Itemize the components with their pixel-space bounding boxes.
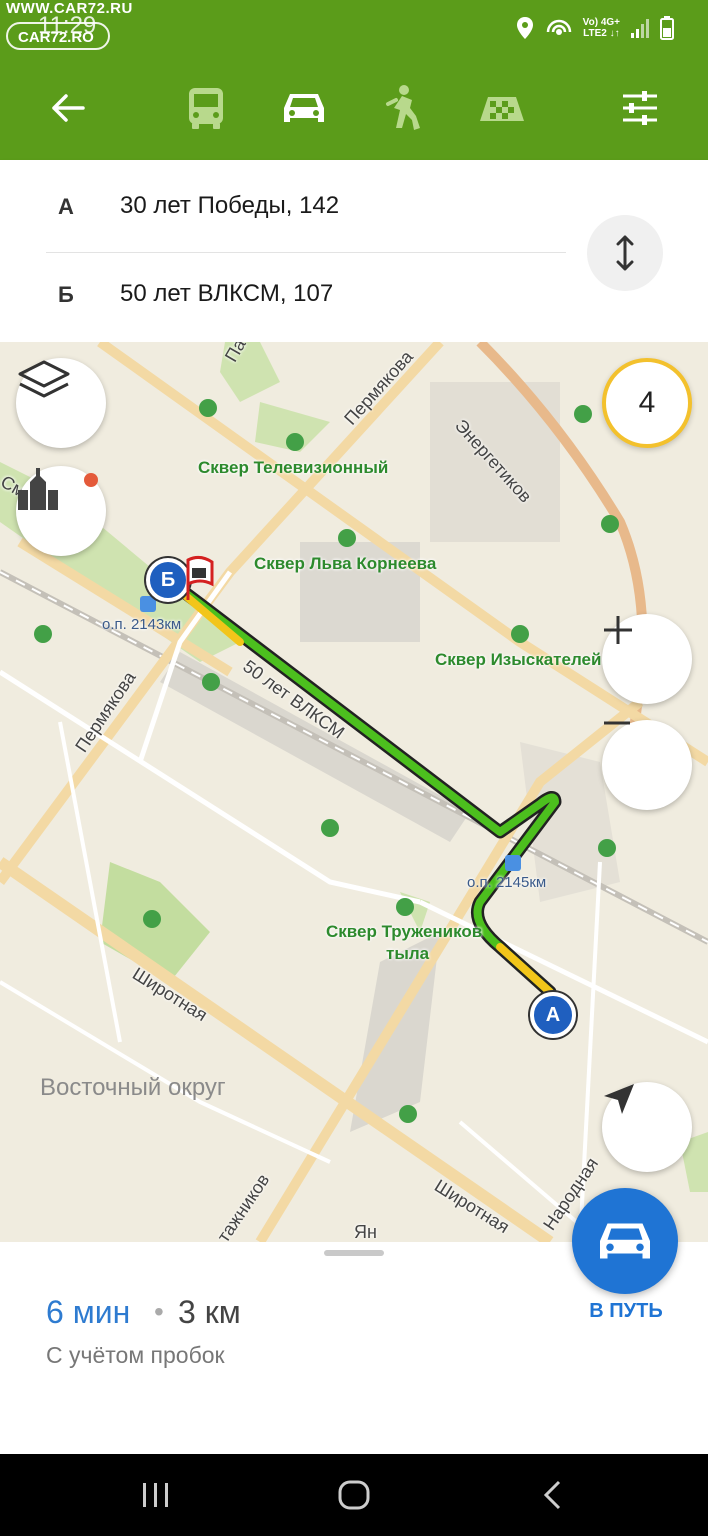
tab-public-transport[interactable]: [174, 76, 238, 140]
notification-dot: [84, 473, 98, 487]
separator: •: [154, 1296, 164, 1327]
car-icon: [600, 1223, 650, 1259]
marker-b-label: Б: [160, 568, 176, 591]
tab-taxi[interactable]: [470, 76, 534, 140]
landmark-building-icon: [18, 468, 58, 510]
location-icon: [516, 17, 533, 39]
route-panel: А 30 лет Победы, 142 Б 50 лет ВЛКСМ, 107: [0, 160, 708, 342]
back-button[interactable]: [36, 76, 100, 140]
route-to-row[interactable]: Б 50 лет ВЛКСМ, 107: [0, 252, 580, 342]
hotspot-icon: [546, 19, 571, 35]
back-nav-button[interactable]: [522, 1468, 582, 1522]
bus-icon: [189, 88, 223, 129]
park-label[interactable]: Сквер Льва Корнеева: [254, 554, 436, 574]
app-screen: WWW.CAR72.RU 11:29 CAR72.RO Vo) 4G+ LTE2…: [0, 0, 708, 1536]
red-flag-icon: [186, 555, 214, 600]
transport-toolbar: [0, 54, 708, 160]
from-address: 30 лет Победы, 142: [120, 192, 340, 219]
route-from-row[interactable]: А 30 лет Победы, 142: [0, 160, 580, 250]
back-arrow-icon: [52, 94, 85, 122]
minus-icon: [604, 721, 630, 725]
to-letter: Б: [58, 282, 74, 307]
park-label[interactable]: Сквер Изыскателей: [435, 650, 601, 670]
traffic-level-button[interactable]: 4: [602, 358, 692, 448]
travel-distance: 3 км: [178, 1294, 241, 1330]
my-location-button[interactable]: [602, 1082, 692, 1172]
layers-icon: [18, 360, 70, 398]
travel-time: 6 мин: [46, 1294, 131, 1330]
zoom-in-button[interactable]: [602, 614, 692, 704]
network-indicator: Vo) 4G+ LTE2 ↓↑: [583, 17, 620, 39]
layers-button[interactable]: [16, 358, 106, 448]
pedestrian-icon: [386, 85, 420, 130]
home-icon: [338, 1480, 370, 1510]
swap-route-button[interactable]: [587, 215, 663, 291]
to-address: 50 лет ВЛКСМ, 107: [120, 280, 334, 307]
go-label[interactable]: В ПУТЬ: [566, 1300, 686, 1323]
car-icon: [284, 94, 324, 122]
network-top: Vo) 4G+: [582, 17, 620, 28]
marker-a-label: А: [545, 1003, 561, 1026]
origin-marker[interactable]: А: [530, 992, 576, 1038]
navigation-arrow-icon: [604, 1084, 634, 1114]
taxi-icon: [480, 97, 524, 121]
status-icons: Vo) 4G+ LTE2 ↓↑: [515, 12, 674, 44]
park-label[interactable]: Сквер Телевизионный: [198, 458, 388, 478]
back-chevron-icon: [543, 1480, 561, 1510]
street-label: Ян: [354, 1222, 377, 1242]
watermark-logo-text: CAR72.RO: [18, 29, 94, 46]
map-view[interactable]: Сквер Телевизионный Сквер Льва Корнеева …: [0, 342, 708, 1242]
swap-arrows-icon: [616, 235, 634, 271]
park-label[interactable]: Сквер Тружеников: [326, 922, 482, 942]
from-letter: А: [58, 194, 74, 219]
plus-icon: [604, 616, 632, 644]
network-bottom: LTE2 ↓↑: [583, 28, 620, 39]
zoom-out-button[interactable]: [602, 720, 692, 810]
park-label[interactable]: тыла: [386, 944, 429, 964]
go-button[interactable]: [572, 1188, 678, 1294]
recent-apps-icon: [143, 1483, 168, 1507]
home-button[interactable]: [324, 1468, 384, 1522]
drag-handle[interactable]: [324, 1250, 384, 1256]
tab-pedestrian[interactable]: [370, 76, 434, 140]
status-bar: WWW.CAR72.RU 11:29 CAR72.RO Vo) 4G+ LTE2…: [0, 0, 708, 54]
signal-icon: [631, 19, 649, 38]
train-stop-label[interactable]: о.п. 2145км: [467, 874, 546, 891]
watermark-logo: CAR72.RO: [6, 22, 110, 50]
district-label: Восточный округ: [40, 1074, 226, 1101]
battery-icon: [660, 16, 674, 40]
settings-sliders-icon: [623, 91, 657, 125]
recent-apps-button[interactable]: [126, 1468, 186, 1522]
tab-car[interactable]: [272, 76, 336, 140]
system-nav-bar: [0, 1454, 708, 1536]
train-stop-label[interactable]: о.п. 2143км: [102, 616, 181, 633]
traffic-note: С учётом пробок: [46, 1342, 225, 1368]
route-settings-button[interactable]: [608, 76, 672, 140]
